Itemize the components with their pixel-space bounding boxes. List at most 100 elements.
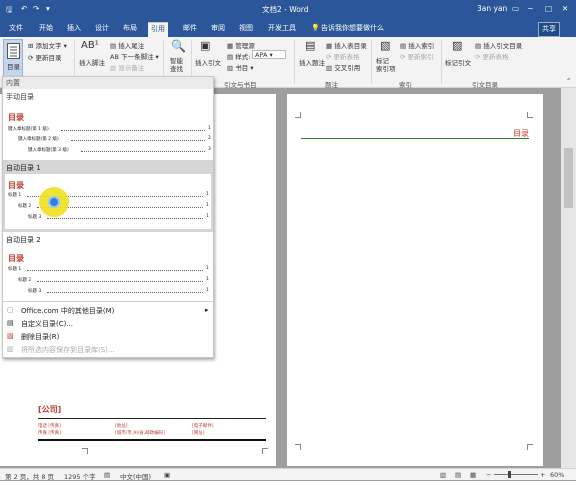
toc-button-label: 目录 <box>7 63 20 71</box>
update-index-label: 更新索引 <box>407 53 434 61</box>
cursor-highlight <box>39 187 69 217</box>
share-button[interactable]: 共享 <box>538 22 560 37</box>
mark-citation-icon: ▨ <box>452 39 463 52</box>
zoom-level[interactable]: 60% <box>550 471 564 479</box>
ribbon-display-icon[interactable]: ▭ <box>512 4 519 13</box>
auto-toc-1-page-3: 1 <box>206 214 209 219</box>
print-layout-icon[interactable]: ▤ <box>455 471 461 479</box>
separator <box>441 40 442 84</box>
insert-table-of-figures-button[interactable]: ▦ 插入表目录 <box>326 40 367 50</box>
insert-caption-icon: ▤ <box>305 39 316 52</box>
bibliography-button[interactable]: ▥ 书目 ▾ <box>227 62 254 72</box>
manage-sources-button[interactable]: ▦ 管理源 <box>227 40 255 50</box>
cross-reference-button[interactable]: ▥ 交叉引用 <box>326 62 360 72</box>
insert-citation-button[interactable]: 插入引文 <box>195 57 221 67</box>
smart-lookup-button[interactable]: 智能 查找 <box>170 57 183 73</box>
customize-qat-icon[interactable]: ▾ <box>46 4 50 13</box>
company-name: [公司] <box>38 405 62 414</box>
section-builtin: 内置 <box>3 77 213 89</box>
auto-toc-1-line-2: 标题 2 <box>18 204 32 209</box>
tell-me-box[interactable]: 告诉我你想要做什么 <box>318 22 387 37</box>
auto-toc-1-item[interactable]: 自动目录 1 目录 标题 1 1 标题 2 1 标题 3 1 <box>3 160 213 232</box>
tab-references[interactable]: 引用 <box>148 22 168 37</box>
insert-citation-icon: ▣ <box>200 39 211 52</box>
update-toc-label: 更新目录 <box>35 54 62 62</box>
email-field: [电子邮件] <box>192 424 214 429</box>
document-title: 文档2 - Word <box>262 5 309 14</box>
web-layout-icon[interactable]: ▦ <box>470 471 476 479</box>
update-index-button[interactable]: ⟳ 更新索引 <box>400 51 434 61</box>
maximize-icon[interactable]: □ <box>545 4 552 13</box>
tab-home[interactable]: 开始 <box>36 22 56 37</box>
auto-toc-2-item[interactable]: 自动目录 2 目录 标题 1 1 标题 2 1 标题 3 1 <box>3 233 213 299</box>
tab-insert[interactable]: 插入 <box>64 22 84 37</box>
tab-mailings[interactable]: 邮件 <box>180 22 200 37</box>
auto-toc-2-title: 目录 <box>8 254 24 263</box>
minimize-icon[interactable]: ─ <box>528 4 533 13</box>
insert-index-button[interactable]: ▤ 插入索引 <box>400 40 434 50</box>
website-field: [网址] <box>192 431 205 436</box>
undo-icon[interactable]: ↶ <box>21 4 27 13</box>
leader <box>47 218 203 219</box>
save-selection-icon: ▥ <box>7 345 14 353</box>
menu-save-selection[interactable]: ▥ 将所选内容保存到目录库(S)... <box>3 344 213 355</box>
menu-office-more[interactable]: ▢ Office.com 中的其他目录(M) ▸ <box>3 305 213 316</box>
manual-toc-line-2: 键入章标题(第 2 级) <box>18 137 59 142</box>
style-label-text: 样式: <box>235 53 251 61</box>
manual-toc-line-1: 键入章标题(第 1 级) <box>8 127 49 132</box>
show-notes-button[interactable]: ▥ 显示备注 <box>110 62 144 72</box>
update-toc-button[interactable]: ⟳ 更新目录 <box>28 52 62 62</box>
read-mode-icon[interactable]: ▥ <box>440 471 446 479</box>
next-footnote-button[interactable]: AB 下一条脚注 ▾ <box>110 51 159 61</box>
macro-icon[interactable]: ▣ <box>164 471 170 479</box>
mark-entry-button[interactable]: 标记 索引项 <box>376 57 396 73</box>
vertical-scrollbar[interactable] <box>561 88 576 468</box>
leader <box>37 281 203 282</box>
menu-remove-toc[interactable]: ▧ 删除目录(R) <box>3 331 213 342</box>
zoom-slider[interactable] <box>494 474 538 475</box>
page-right[interactable]: 目录 <box>287 94 543 466</box>
separator <box>294 40 295 84</box>
update-table-label: 更新表格 <box>333 53 360 61</box>
manual-toc-page-1: 1 <box>208 126 211 131</box>
redo-icon[interactable]: ↷ <box>33 4 39 13</box>
tab-developer[interactable]: 开发工具 <box>265 22 299 37</box>
menu-custom-toc[interactable]: ▤ 自定义目录(C)... <box>3 318 213 329</box>
tab-review[interactable]: 审阅 <box>208 22 228 37</box>
tab-design[interactable]: 设计 <box>92 22 112 37</box>
style-select[interactable]: APA ▾ <box>252 50 286 59</box>
auto-toc-2-line-3: 标题 3 <box>28 289 42 294</box>
insert-toa-button[interactable]: ▤ 插入引文目录 <box>475 40 522 50</box>
proofing-icon[interactable]: ▤ <box>104 471 110 479</box>
tab-view[interactable]: 视图 <box>236 22 256 37</box>
remove-toc-icon: ▧ <box>7 332 14 340</box>
tab-file[interactable]: 文件 <box>6 22 26 37</box>
leader <box>47 292 203 293</box>
manual-toc-line-3: 键入章标题(第 3 级) <box>28 148 69 153</box>
toc-button[interactable]: 目录 <box>3 39 23 77</box>
rule-thick <box>38 439 266 441</box>
scrollbar-thumb[interactable] <box>564 148 573 208</box>
mark-entry-icon: ▧ <box>380 39 391 52</box>
insert-caption-button[interactable]: 插入题注 <box>299 57 325 67</box>
margin-corner <box>295 444 301 450</box>
leader <box>61 130 205 131</box>
style-label: ▤ 样式: <box>227 53 251 61</box>
auto-toc-1-title: 目录 <box>8 181 24 190</box>
mark-citation-button[interactable]: 标记引文 <box>445 57 471 67</box>
add-text-button[interactable]: ⊞ 添加文字 ▾ <box>28 40 67 50</box>
insert-footnote-button[interactable]: 插入脚注 <box>79 57 105 67</box>
update-table-button[interactable]: ⟳ 更新表格 <box>326 51 360 61</box>
zoom-in-icon[interactable]: + <box>540 471 545 479</box>
update-toa-button[interactable]: ⟳ 更新表格 <box>475 51 509 61</box>
insert-endnote-button[interactable]: ▤ 插入尾注 <box>110 40 144 50</box>
zoom-slider-thumb[interactable] <box>508 471 511 478</box>
auto-toc-1-label: 自动目录 1 <box>6 164 41 172</box>
save-icon[interactable]: 🖫 <box>6 4 12 17</box>
tab-layout[interactable]: 布局 <box>120 22 140 37</box>
close-icon[interactable]: ✕ <box>562 4 568 13</box>
manual-toc-item[interactable]: 目录 键入章标题(第 1 级) 1 键入章标题(第 2 级) 2 键入章标题(第… <box>5 103 213 155</box>
collapse-ribbon-icon[interactable]: ⌃ <box>566 77 571 85</box>
zoom-out-icon[interactable]: − <box>486 471 491 479</box>
user-name[interactable]: 3an yan <box>477 4 507 13</box>
